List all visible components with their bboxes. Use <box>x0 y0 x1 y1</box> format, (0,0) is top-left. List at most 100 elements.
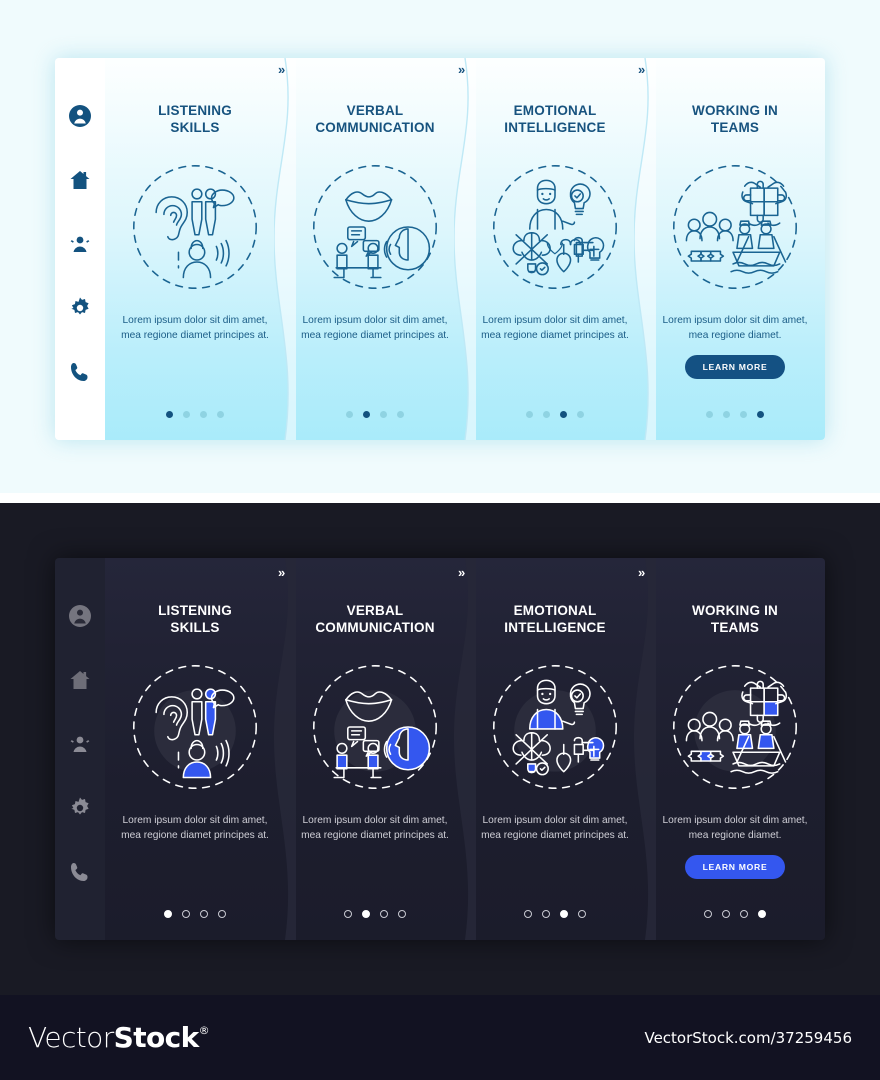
card-title: EMOTIONAL INTELLIGENCE <box>504 602 605 637</box>
pagination-dot[interactable] <box>740 910 748 918</box>
card-title-line1: EMOTIONAL <box>513 603 597 618</box>
card-working-in-teams-dark[interactable]: WORKING IN TEAMS Lorem ipsum dolor sit d… <box>634 558 825 940</box>
phone-icon[interactable] <box>68 860 92 884</box>
pagination-dot[interactable] <box>560 910 568 918</box>
pagination-dots[interactable] <box>285 411 465 418</box>
pagination-dot[interactable] <box>757 411 764 418</box>
gear-icon[interactable] <box>68 296 92 320</box>
pagination-dot[interactable] <box>200 411 207 418</box>
pagination-dot[interactable] <box>346 411 353 418</box>
pagination-dot[interactable] <box>526 411 533 418</box>
dark-theme-panel: LISTENING SKILLS Lorem ipsum dolor sit d… <box>0 503 880 995</box>
card-verbal-communication-light[interactable]: VERBAL COMMUNICATION Lorem ipsum dolor s… <box>274 58 465 440</box>
pagination-dot[interactable] <box>722 910 730 918</box>
pagination-dots[interactable] <box>465 411 645 418</box>
chevron-separator-icon: » <box>458 62 466 77</box>
card-title-line1: VERBAL <box>346 103 404 118</box>
pagination-dot[interactable] <box>706 411 713 418</box>
home-icon[interactable] <box>68 668 92 692</box>
pagination-dots[interactable] <box>105 910 285 918</box>
card-title-line1: EMOTIONAL <box>513 103 597 118</box>
pagination-dot[interactable] <box>166 411 173 418</box>
onboarding-board-dark: LISTENING SKILLS Lorem ipsum dolor sit d… <box>55 558 825 940</box>
card-title-line2: INTELLIGENCE <box>504 120 606 136</box>
pagination-dot[interactable] <box>344 910 352 918</box>
card-body-text: Lorem ipsum dolor sit dim amet, mea regi… <box>301 814 449 842</box>
card-body-text: Lorem ipsum dolor sit dim amet, mea regi… <box>481 314 629 342</box>
pagination-dot[interactable] <box>577 411 584 418</box>
person-lightbulb-brain-heart-icon <box>487 659 623 795</box>
pagination-dot[interactable] <box>164 910 172 918</box>
card-title-line1: WORKING IN <box>692 603 778 618</box>
pagination-dot[interactable] <box>183 411 190 418</box>
pagination-dot[interactable] <box>380 411 387 418</box>
team-puzzle-rowing-icon <box>667 159 803 295</box>
home-icon[interactable] <box>68 168 92 192</box>
phone-icon[interactable] <box>68 360 92 384</box>
pagination-dots[interactable] <box>465 910 645 918</box>
card-title: VERBAL COMMUNICATION <box>315 602 434 637</box>
pagination-dot[interactable] <box>560 411 567 418</box>
card-emotional-intelligence-light[interactable]: EMOTIONAL INTELLIGENCE Lorem ipsum dolor… <box>454 58 645 440</box>
learn-more-button[interactable]: LEARN MORE <box>684 854 786 879</box>
card-body-text: Lorem ipsum dolor sit dim amet, mea regi… <box>121 314 269 342</box>
pagination-dots[interactable] <box>105 411 285 418</box>
pagination-dots[interactable] <box>645 411 825 418</box>
pagination-dot[interactable] <box>740 411 747 418</box>
person-lightbulb-brain-heart-icon <box>487 159 623 295</box>
card-body-text: Lorem ipsum dolor sit dim amet, mea regi… <box>481 814 629 842</box>
pagination-dot[interactable] <box>380 910 388 918</box>
chevron-separator-icon: » <box>638 565 646 580</box>
pagination-dot[interactable] <box>218 910 226 918</box>
group-people-icon[interactable] <box>68 232 92 256</box>
cards-container-dark: LISTENING SKILLS Lorem ipsum dolor sit d… <box>105 558 825 940</box>
pagination-dot[interactable] <box>704 910 712 918</box>
lips-meeting-speaking-icon <box>307 159 443 295</box>
pagination-dot[interactable] <box>362 910 370 918</box>
chevron-separator-icon: » <box>278 565 286 580</box>
card-title-line1: LISTENING <box>158 603 232 618</box>
ear-listening-people-icon <box>127 659 263 795</box>
card-body-text: Lorem ipsum dolor sit dim amet, mea regi… <box>121 814 269 842</box>
card-working-in-teams-light[interactable]: WORKING IN TEAMS Lorem ipsum dolor sit d… <box>634 58 825 440</box>
pagination-dots[interactable] <box>285 910 465 918</box>
ear-listening-people-icon <box>127 159 263 295</box>
card-verbal-communication-dark[interactable]: VERBAL COMMUNICATION Lorem ipsum dolor s… <box>274 558 465 940</box>
card-listening-skills-dark[interactable]: LISTENING SKILLS Lorem ipsum dolor sit d… <box>105 558 285 940</box>
lips-meeting-speaking-icon <box>307 659 443 795</box>
card-body-text: Lorem ipsum dolor sit dim amet, mea regi… <box>301 314 449 342</box>
pagination-dot[interactable] <box>397 411 404 418</box>
pagination-dot[interactable] <box>398 910 406 918</box>
card-title-line2: TEAMS <box>710 120 760 136</box>
logo-text-stock: Stock <box>113 1021 200 1054</box>
pagination-dot[interactable] <box>200 910 208 918</box>
chevron-separator-icon: » <box>278 62 286 77</box>
light-theme-panel: LISTENING SKILLS Lorem ipsum dolor sit d… <box>0 0 880 493</box>
pagination-dot[interactable] <box>578 910 586 918</box>
user-avatar-icon[interactable] <box>68 604 92 628</box>
chevron-separator-icon: » <box>458 565 466 580</box>
pagination-dot[interactable] <box>182 910 190 918</box>
pagination-dot[interactable] <box>543 411 550 418</box>
pagination-dot[interactable] <box>758 910 766 918</box>
pagination-dot[interactable] <box>723 411 730 418</box>
group-people-icon[interactable] <box>68 732 92 756</box>
card-title-line2: INTELLIGENCE <box>504 620 606 636</box>
learn-more-button[interactable]: LEARN MORE <box>684 354 786 379</box>
user-avatar-icon[interactable] <box>68 104 92 128</box>
pagination-dots[interactable] <box>645 910 825 918</box>
card-emotional-intelligence-dark[interactable]: EMOTIONAL INTELLIGENCE Lorem ipsum dolor… <box>454 558 645 940</box>
pagination-dot[interactable] <box>542 910 550 918</box>
page-root: LISTENING SKILLS Lorem ipsum dolor sit d… <box>0 0 880 1080</box>
card-listening-skills-light[interactable]: LISTENING SKILLS Lorem ipsum dolor sit d… <box>105 58 285 440</box>
card-title-line1: WORKING IN <box>692 103 778 118</box>
pagination-dot[interactable] <box>363 411 370 418</box>
card-title: EMOTIONAL INTELLIGENCE <box>504 102 605 137</box>
card-title: WORKING IN TEAMS <box>692 602 778 637</box>
card-title-line2: SKILLS <box>170 620 220 636</box>
card-title-line1: LISTENING <box>158 103 232 118</box>
card-title-line2: SKILLS <box>170 120 220 136</box>
pagination-dot[interactable] <box>524 910 532 918</box>
gear-icon[interactable] <box>68 796 92 820</box>
pagination-dot[interactable] <box>217 411 224 418</box>
